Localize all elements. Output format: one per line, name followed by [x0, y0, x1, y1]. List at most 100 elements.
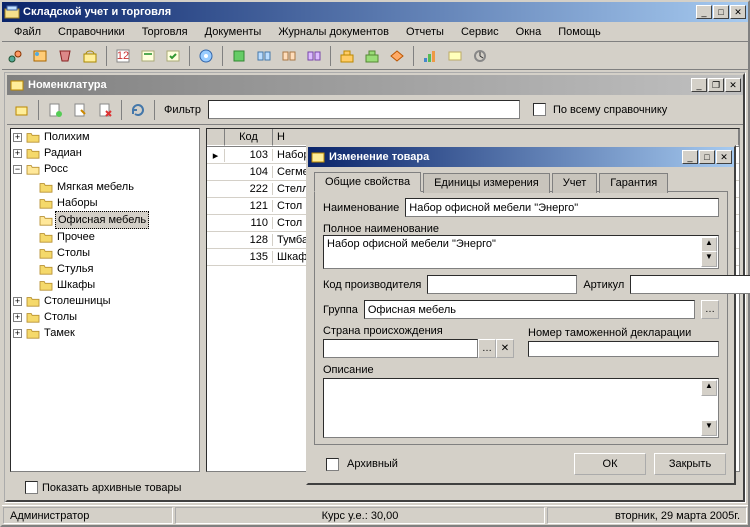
tree-node[interactable]: Тамек [42, 325, 77, 341]
tab-general[interactable]: Общие свойства [314, 172, 421, 192]
archive-checkbox[interactable] [326, 458, 339, 471]
tool-12[interactable] [303, 45, 325, 67]
scroll-down-icon[interactable]: ▼ [701, 251, 717, 267]
filter-input[interactable] [208, 100, 520, 119]
tree-pane[interactable]: + Полихим + Радиан − Росс Мягкая мебель Наб… [10, 128, 200, 472]
name-label: Наименование [323, 202, 399, 214]
tool-11[interactable] [278, 45, 300, 67]
grid-head-name[interactable]: Н [273, 129, 739, 146]
dlg-title: Изменение товара [329, 151, 682, 163]
tool-10[interactable] [253, 45, 275, 67]
expand-icon[interactable]: + [13, 313, 22, 322]
tool-9[interactable] [228, 45, 250, 67]
country-label: Страна происхождения [323, 325, 514, 337]
expand-icon[interactable]: + [13, 149, 22, 158]
dlg-titlebar[interactable]: Изменение товара _ □ ✕ [308, 147, 734, 167]
tab-warranty[interactable]: Гарантия [599, 173, 668, 193]
tool-2[interactable] [29, 45, 51, 67]
grid-head-marker[interactable] [207, 129, 225, 146]
minimize-button[interactable]: _ [696, 5, 712, 19]
tree-node[interactable]: Стулья [55, 261, 95, 277]
refresh-button[interactable] [127, 99, 149, 121]
scroll-up-icon[interactable]: ▲ [701, 380, 717, 396]
edit-item-button[interactable] [69, 99, 91, 121]
ok-button[interactable]: ОК [574, 453, 646, 475]
delete-item-button[interactable] [94, 99, 116, 121]
menu-docs[interactable]: Документы [197, 24, 270, 40]
customs-input[interactable] [528, 341, 719, 357]
dlg-min[interactable]: _ [682, 150, 698, 164]
tree-node[interactable]: Шкафы [55, 277, 97, 293]
menu-file[interactable]: Файл [6, 24, 49, 40]
menu-ref[interactable]: Справочники [50, 24, 133, 40]
tree-node[interactable]: Столы [42, 309, 79, 325]
group-browse-button[interactable]: … [701, 300, 719, 319]
tool-1[interactable] [4, 45, 26, 67]
fullname-input[interactable]: Набор офисной мебели "Энерго" ▲ ▼ [323, 235, 719, 269]
tool-4[interactable] [79, 45, 101, 67]
article-input[interactable] [630, 275, 750, 294]
descr-input[interactable]: ▲ ▼ [323, 378, 719, 438]
close-button[interactable]: ✕ [730, 5, 746, 19]
tool-7[interactable] [162, 45, 184, 67]
main-titlebar: Складской учет и торговля _ □ ✕ [2, 2, 748, 22]
tab-units[interactable]: Единицы измерения [423, 173, 550, 193]
menu-windows[interactable]: Окна [508, 24, 550, 40]
tool-15[interactable] [386, 45, 408, 67]
tree-node[interactable]: Мягкая мебель [55, 179, 136, 195]
nomen-min[interactable]: _ [691, 78, 707, 92]
tree-node[interactable]: Прочее [55, 229, 97, 245]
mfrcode-input[interactable] [427, 275, 577, 294]
tool-3[interactable] [54, 45, 76, 67]
tree-node-selected[interactable]: Офисная мебель [55, 211, 149, 229]
expand-icon[interactable]: + [13, 297, 22, 306]
group-label: Группа [323, 304, 358, 316]
dlg-close[interactable]: ✕ [716, 150, 732, 164]
tree-node[interactable]: Столы [55, 245, 92, 261]
tool-6[interactable] [137, 45, 159, 67]
tool-17[interactable] [444, 45, 466, 67]
tree-node[interactable]: Радиан [42, 145, 84, 161]
show-archive-checkbox[interactable] [25, 481, 38, 494]
group-input[interactable] [364, 300, 695, 319]
expand-icon[interactable]: + [13, 329, 22, 338]
global-search-checkbox[interactable] [533, 103, 546, 116]
menu-help[interactable]: Помощь [550, 24, 609, 40]
nomen-restore[interactable]: ❐ [708, 78, 724, 92]
tree-node[interactable]: Наборы [55, 195, 100, 211]
maximize-button[interactable]: □ [713, 5, 729, 19]
expand-icon[interactable]: + [13, 133, 22, 142]
tool-16[interactable] [419, 45, 441, 67]
global-search-label: По всему справочнику [553, 104, 667, 116]
nomen-titlebar: Номенклатура _ ❐ ✕ [7, 75, 743, 95]
new-item-button[interactable] [44, 99, 66, 121]
tool-13[interactable] [336, 45, 358, 67]
menu-journals[interactable]: Журналы документов [270, 24, 397, 40]
menu-reports[interactable]: Отчеты [398, 24, 452, 40]
tool-8[interactable] [195, 45, 217, 67]
tree-node[interactable]: Столешницы [42, 293, 113, 309]
close-dialog-button[interactable]: Закрыть [654, 453, 726, 475]
country-clear-button[interactable]: ✕ [496, 339, 514, 358]
collapse-icon[interactable]: − [13, 165, 22, 174]
customs-label: Номер таможенной декларации [528, 327, 719, 339]
filter-label: Фильтр [164, 104, 201, 116]
dlg-max[interactable]: □ [699, 150, 715, 164]
tree-node[interactable]: Росс [42, 161, 70, 177]
nomen-close[interactable]: ✕ [725, 78, 741, 92]
new-folder-button[interactable] [11, 99, 33, 121]
tool-14[interactable] [361, 45, 383, 67]
tool-18[interactable] [469, 45, 491, 67]
scroll-down-icon[interactable]: ▼ [701, 420, 717, 436]
tool-5[interactable]: 12 [112, 45, 134, 67]
fullname-label: Полное наименование [323, 223, 439, 235]
tree-node[interactable]: Полихим [42, 129, 92, 145]
country-input[interactable] [323, 339, 478, 358]
menu-trade[interactable]: Торговля [134, 24, 196, 40]
name-input[interactable] [405, 198, 719, 217]
country-browse-button[interactable]: … [478, 339, 496, 358]
menu-service[interactable]: Сервис [453, 24, 507, 40]
tab-accounting[interactable]: Учет [552, 173, 598, 193]
statusbar: Администратор Курс у.е.: 30,00 вторник, … [2, 505, 748, 525]
grid-head-code[interactable]: Код [225, 129, 273, 146]
